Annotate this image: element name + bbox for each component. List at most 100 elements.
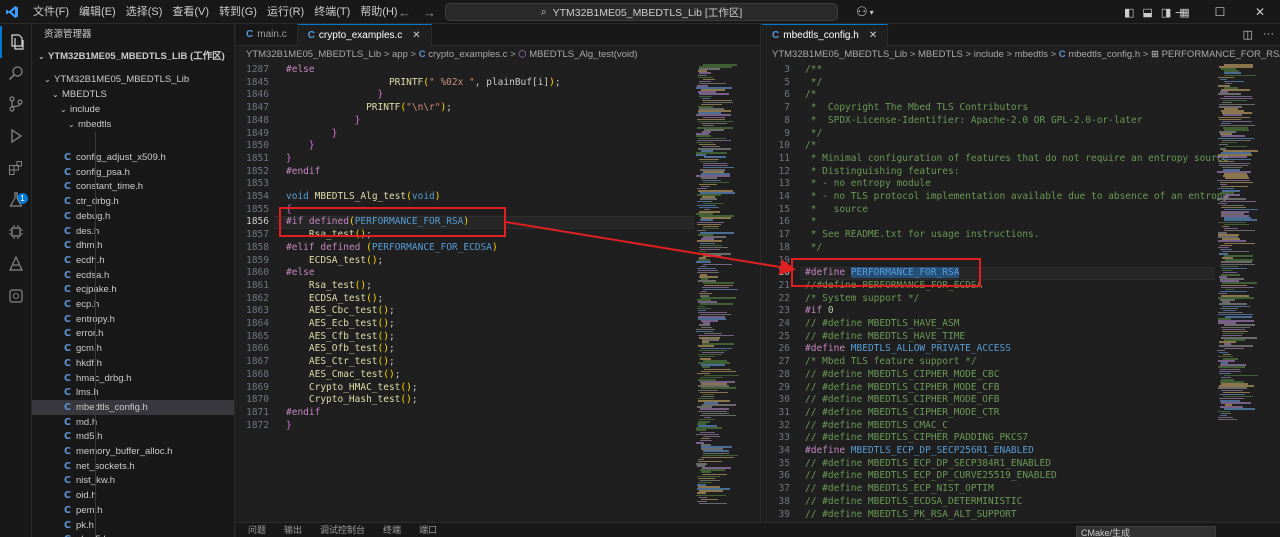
tree-file[interactable]: Cmd5.h <box>32 429 234 444</box>
tree-file[interactable]: Cnist_kw.h <box>32 473 234 488</box>
panel-tab-3[interactable]: 终端 <box>383 523 401 537</box>
menu-item-4[interactable]: 转到(G) <box>214 0 262 24</box>
line-number: 9 <box>784 127 790 139</box>
breadcrumb-folder[interactable]: app <box>392 49 408 60</box>
breadcrumb-file[interactable]: crypto_examples.c <box>428 49 507 60</box>
breadcrumb-folder[interactable]: MBEDTLS <box>918 49 963 60</box>
panel-tab-0[interactable]: 问题 <box>248 523 266 537</box>
code-line: 31 // #define MBEDTLS_CIPHER_MODE_CTR <box>762 407 1217 420</box>
tab-crypto-examples-c[interactable]: C crypto_examples.c ✕ <box>297 24 432 47</box>
tree-file[interactable]: Cmemory_buffer_alloc.h <box>32 444 234 459</box>
minimap-left[interactable] <box>696 64 751 522</box>
tree-file[interactable]: Cmbedtls_config.h <box>32 399 234 415</box>
testing-flask-icon[interactable] <box>0 184 32 216</box>
breadcrumb-root[interactable]: YTM32B1ME05_MBEDTLS_Lib <box>772 49 907 60</box>
tree-file[interactable]: Cdebug.h <box>32 209 234 224</box>
tree-file[interactable]: Cdhm.h <box>32 238 234 253</box>
output-channel-select[interactable]: CMake/生成 <box>1076 526 1216 537</box>
tree-file[interactable]: Coid.h <box>32 488 234 503</box>
menu-item-0[interactable]: 文件(F) <box>28 0 74 24</box>
close-icon[interactable]: ✕ <box>869 25 877 47</box>
file-label: ecdsa.h <box>76 269 110 281</box>
breadcrumb-symbol[interactable]: MBEDTLS_Alg_test(void) <box>529 49 637 60</box>
tree-file[interactable]: Cconstant_time.h <box>32 179 234 194</box>
close-icon[interactable]: ✕ <box>412 25 420 47</box>
menu-item-3[interactable]: 查看(V) <box>167 0 214 24</box>
breadcrumb-file[interactable]: mbedtls_config.h <box>1068 49 1140 60</box>
panel-tab-4[interactable]: 端口 <box>419 523 437 537</box>
tree-file[interactable]: Cpem.h <box>32 503 234 518</box>
copilot-button[interactable]: ⚇ ▾ <box>856 0 874 24</box>
panel-tab-1[interactable]: 输出 <box>284 523 302 537</box>
code-line: 6 /* <box>762 89 1217 102</box>
more-actions-icon[interactable]: ··· <box>1263 28 1274 41</box>
code-line: 1872} <box>236 420 696 433</box>
menu-item-1[interactable]: 编辑(E) <box>74 0 121 24</box>
tab-main-c[interactable]: C main.c <box>236 24 298 46</box>
tree-file[interactable]: Centropy.h <box>32 312 234 327</box>
tree-file[interactable]: Cctr_drbg.h <box>32 194 234 209</box>
tree-file[interactable]: Cecdsa.h <box>32 268 234 283</box>
run-debug-icon[interactable] <box>0 120 32 152</box>
minimize-button[interactable]: ─ <box>1160 5 1200 19</box>
c-file-icon: C <box>64 372 71 384</box>
platform-icon[interactable] <box>0 248 32 280</box>
breadcrumb-symbol[interactable]: PERFORMANCE_FOR_RSA <box>1162 49 1280 60</box>
source-control-icon[interactable] <box>0 88 32 120</box>
tree-file[interactable]: Cpk.h <box>32 518 234 533</box>
tree-file[interactable]: Cdes.h <box>32 224 234 239</box>
back-arrow-icon[interactable]: ← <box>398 5 411 20</box>
breadcrumb-folder[interactable]: mbedtls <box>1015 49 1048 60</box>
breadcrumb-folder[interactable]: include <box>974 49 1004 60</box>
panel-tab-2[interactable]: 调试控制台 <box>320 523 365 537</box>
menu-item-2[interactable]: 选择(S) <box>121 0 168 24</box>
split-editor-icon[interactable]: ◫ <box>1243 28 1253 41</box>
settings-gear-icon[interactable] <box>0 280 32 312</box>
code-line: 23 #if 0 <box>762 305 1217 318</box>
extensions-icon[interactable] <box>0 152 32 184</box>
toggle-primary-sidebar-icon[interactable]: ◧ <box>1124 6 1134 19</box>
code-text: // #define MBEDTLS_CIPHER_MODE_OFB <box>805 394 1000 406</box>
minimap-right[interactable] <box>1217 64 1272 522</box>
tree-file[interactable]: Cecp.h <box>32 297 234 312</box>
line-number: 19 <box>778 254 790 266</box>
menu-item-6[interactable]: 终端(T) <box>309 0 355 24</box>
command-center-search[interactable]: ⌕ YTM32B1ME05_MBEDTLS_Lib [工作区] <box>445 3 838 21</box>
tree-file[interactable]: Cnet_sockets.h <box>32 459 234 474</box>
close-button[interactable]: ✕ <box>1240 5 1280 19</box>
chip-icon[interactable] <box>0 216 32 248</box>
tree-file[interactable]: Cecdh.h <box>32 253 234 268</box>
tree-folder[interactable]: ⌄ mbedtls <box>32 117 234 132</box>
breadcrumb-root[interactable]: YTM32B1ME05_MBEDTLS_Lib <box>246 49 381 60</box>
tree-file[interactable]: Cmd.h <box>32 415 234 430</box>
code-line: 1850} <box>236 140 696 153</box>
editor-actions: ◫ ··· <box>1243 28 1274 41</box>
code-line: 1869 Crypto_HMAC_test(); <box>236 382 696 395</box>
tab-mbedtls-config-h[interactable]: C mbedtls_config.h ✕ <box>762 24 889 47</box>
tree-folder[interactable]: ⌄ YTM32B1ME05_MBEDTLS_Lib <box>32 72 234 87</box>
line-number: 1850 <box>246 140 269 152</box>
tree-file[interactable]: Clms.h <box>32 385 234 400</box>
explorer-icon[interactable] <box>0 26 32 58</box>
tree-folder[interactable]: ⌄ MBEDTLS <box>32 87 234 102</box>
tree-file[interactable]: Cerror.h <box>32 326 234 341</box>
tree-file[interactable]: Cpkcs5.h <box>32 532 234 537</box>
toggle-panel-icon[interactable]: ⬓ <box>1142 6 1152 19</box>
forward-arrow-icon[interactable]: → <box>423 5 436 20</box>
search-icon[interactable] <box>0 57 32 89</box>
tree-file[interactable]: Cecjpake.h <box>32 282 234 297</box>
vscode-logo-icon <box>0 0 24 24</box>
workspace-header[interactable]: ⌄ YTM32B1ME05_MBEDTLS_LIB (工作区) <box>32 48 234 66</box>
c-file-icon: C <box>64 210 71 222</box>
tree-file[interactable]: Cgcm.h <box>32 341 234 356</box>
code-line: 37 // #define MBEDTLS_ECP_NIST_OPTIM <box>762 483 1217 496</box>
maximize-button[interactable]: ☐ <box>1200 5 1240 19</box>
menu-item-7[interactable]: 帮助(H) <box>355 0 402 24</box>
tree-folder[interactable]: ⌄ include <box>32 102 234 117</box>
tree-file[interactable]: Cconfig_adjust_x509.h <box>32 150 234 165</box>
menu-item-5[interactable]: 运行(R) <box>262 0 309 24</box>
line-number: 38 <box>778 495 790 507</box>
tree-file[interactable]: Cconfig_psa.h <box>32 165 234 180</box>
tree-file[interactable]: Chmac_drbg.h <box>32 371 234 386</box>
tree-file[interactable]: Chkdf.h <box>32 356 234 371</box>
